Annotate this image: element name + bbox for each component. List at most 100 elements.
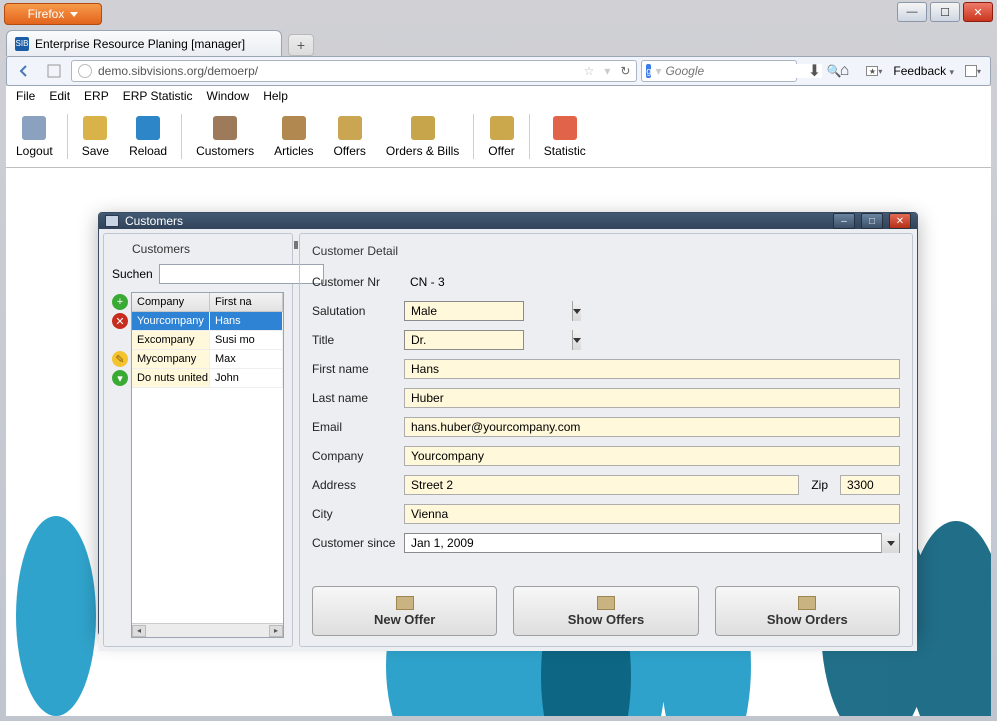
table-row[interactable]: MycompanyMax (132, 350, 283, 369)
logout-icon (22, 116, 46, 140)
cell-company: Mycompany (132, 350, 210, 368)
menu-window[interactable]: Window (201, 87, 256, 105)
statistic-icon (553, 116, 577, 140)
window-close-button[interactable]: ✕ (889, 213, 911, 229)
horizontal-scrollbar[interactable]: ◂ ▸ (132, 623, 283, 637)
menu-edit[interactable]: Edit (43, 87, 76, 105)
toolbar-save-button[interactable]: Save (72, 108, 119, 165)
title-label: Title (312, 333, 396, 347)
cell-first-name: Hans (210, 312, 283, 330)
splitter-handle[interactable] (293, 233, 299, 647)
show-offers-button[interactable]: Show Offers (513, 586, 698, 636)
email-label: Email (312, 420, 396, 434)
zip-label: Zip (807, 478, 832, 492)
tab-title: Enterprise Resource Planing [manager] (35, 37, 245, 51)
column-header[interactable]: Company (132, 293, 210, 311)
column-header[interactable]: First na (210, 293, 283, 311)
tab-strip: SIB Enterprise Resource Planing [manager… (6, 28, 991, 56)
show-orders-button[interactable]: Show Orders (715, 586, 900, 636)
chevron-down-icon (70, 12, 78, 17)
toolbar-label: Logout (16, 144, 53, 158)
reload-icon[interactable]: ↻ (620, 64, 630, 78)
add-row-icon[interactable]: + (112, 294, 128, 310)
delete-row-icon[interactable]: ✕ (112, 313, 128, 329)
email-field[interactable] (404, 417, 900, 437)
site-identity-button[interactable] (41, 59, 67, 83)
os-close-button[interactable]: ✕ (963, 2, 993, 22)
home-button[interactable]: ⌂ (831, 59, 857, 83)
feedback-button[interactable]: Feedback ▾ (891, 64, 956, 78)
toolbar-orders-button[interactable]: Orders & Bills (376, 108, 469, 165)
browser-tab[interactable]: SIB Enterprise Resource Planing [manager… (6, 30, 282, 56)
chevron-down-icon[interactable] (881, 533, 899, 553)
table-row[interactable]: Do nuts unitedJohn (132, 369, 283, 388)
since-combo[interactable] (404, 533, 900, 553)
salutation-label: Salutation (312, 304, 396, 318)
company-field[interactable] (404, 446, 900, 466)
document-icon (798, 596, 816, 610)
bookmark-star-icon[interactable]: ☆ (584, 64, 595, 78)
customers-table: CompanyFirst na YourcompanyHansExcompany… (131, 292, 284, 638)
downloads-button[interactable]: ⬇ (801, 59, 827, 83)
document-icon (396, 596, 414, 610)
toolbar-articles-button[interactable]: Articles (264, 108, 323, 165)
customer-nr-label: Customer Nr (312, 275, 396, 289)
toolbar-offer-button[interactable]: Offer (478, 108, 524, 165)
favicon-icon: SIB (15, 37, 29, 51)
window-maximize-button[interactable]: □ (861, 213, 883, 229)
document-icon (597, 596, 615, 610)
customer-detail-panel: Customer Detail Customer Nr Salutation (299, 233, 913, 647)
address-field[interactable] (404, 475, 799, 495)
new-offer-button[interactable]: New Offer (312, 586, 497, 636)
export-row-icon[interactable]: ▾ (112, 370, 128, 386)
browser-search-box[interactable]: g ▾ 🔍 (641, 60, 797, 82)
city-field[interactable] (404, 504, 900, 524)
table-row[interactable]: ExcompanySusi mo (132, 331, 283, 350)
firefox-label: Firefox (28, 7, 65, 21)
toolbar-customers-button[interactable]: Customers (186, 108, 264, 165)
menu-help[interactable]: Help (257, 87, 294, 105)
chevron-down-icon[interactable] (572, 330, 581, 350)
toolbar-reload-button[interactable]: Reload (119, 108, 177, 165)
offers-icon (338, 116, 362, 140)
chevron-down-icon[interactable] (572, 301, 581, 321)
sync-button[interactable]: ▾ (960, 59, 986, 83)
first-name-label: First name (312, 362, 396, 376)
last-name-field[interactable] (404, 388, 900, 408)
salutation-combo[interactable] (404, 301, 524, 321)
cell-first-name: Max (210, 350, 283, 368)
toolbar-label: Articles (274, 144, 313, 158)
toolbar-logout-button[interactable]: Logout (6, 108, 63, 165)
window-titlebar[interactable]: Customers – □ ✕ (99, 213, 917, 229)
bookmarks-button[interactable]: ★▾ (861, 59, 887, 83)
os-maximize-button[interactable]: ☐ (930, 2, 960, 22)
firefox-menu-button[interactable]: Firefox (4, 3, 102, 25)
zip-field[interactable] (840, 475, 900, 495)
orders-icon (411, 116, 435, 140)
title-combo[interactable] (404, 330, 524, 350)
toolbar-label: Reload (129, 144, 167, 158)
menu-erp-statistic[interactable]: ERP Statistic (117, 87, 199, 105)
edit-row-icon[interactable]: ✎ (112, 351, 128, 367)
os-minimize-button[interactable]: — (897, 2, 927, 22)
back-button[interactable] (11, 59, 37, 83)
url-bar[interactable]: demo.sibvisions.org/demoerp/ ☆ ▾ ↻ (71, 60, 637, 82)
toolbar-offers-button[interactable]: Offers (323, 108, 375, 165)
toolbar-statistic-button[interactable]: Statistic (534, 108, 596, 165)
first-name-field[interactable] (404, 359, 900, 379)
toolbar-label: Offer (488, 144, 514, 158)
scroll-left-icon[interactable]: ◂ (132, 625, 146, 637)
window-minimize-button[interactable]: – (833, 213, 855, 229)
new-tab-button[interactable]: + (288, 34, 314, 56)
spacer-icon (112, 332, 128, 348)
menu-erp[interactable]: ERP (78, 87, 115, 105)
browser-search-input[interactable] (665, 64, 822, 78)
menu-file[interactable]: File (10, 87, 41, 105)
reload-icon (136, 116, 160, 140)
cell-company: Do nuts united (132, 369, 210, 387)
company-label: Company (312, 449, 396, 463)
toolbar-label: Orders & Bills (386, 144, 459, 158)
table-row[interactable]: YourcompanyHans (132, 312, 283, 331)
city-label: City (312, 507, 396, 521)
scroll-right-icon[interactable]: ▸ (269, 625, 283, 637)
